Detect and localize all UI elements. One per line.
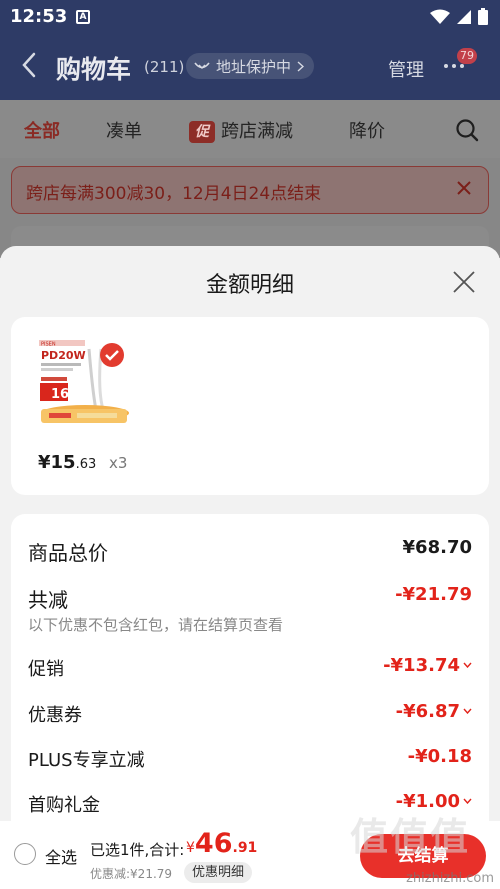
tab-price-drop[interactable]: 降价 — [349, 117, 385, 143]
selected-summary: 已选1件,合计: — [90, 841, 185, 859]
product-price-decimal: .63 — [75, 457, 97, 472]
more-dot-icon — [444, 64, 448, 68]
status-bar: 12:53 A — [0, 0, 500, 34]
product-price: ¥15.63 — [38, 452, 96, 473]
promotion-label: 促销 — [28, 659, 64, 680]
more-dot-icon — [452, 64, 456, 68]
chevron-left-icon — [22, 52, 36, 78]
message-badge: 79 — [457, 48, 477, 64]
product-quantity: x3 — [109, 454, 128, 472]
reduce-note: 以下优惠不包含红包，请在结算页查看 — [28, 616, 284, 634]
plus-discount-label: PLUS专享立减 — [28, 750, 145, 771]
discount-detail-button[interactable]: 优惠明细 — [184, 862, 253, 883]
cart-tabs: 全部 凑单 促跨店满减 降价 — [0, 100, 500, 158]
protect-icon — [194, 62, 210, 69]
promo-area: 跨店每满300减30，12月4日24点结束 — [0, 158, 500, 266]
total-reduce-value: -¥21.79 — [395, 584, 472, 605]
total-price-label: 商品总价 — [28, 541, 108, 565]
promotion-amount: -¥13.74 — [383, 655, 460, 676]
cart-count: (211) — [144, 58, 185, 76]
promo-tag: 促 — [189, 121, 215, 143]
promo-banner[interactable]: 跨店每满300减30，12月4日24点结束 — [11, 166, 489, 214]
product-badge-text: 16 — [51, 387, 69, 402]
product-card: PISEN PD20W 16 ¥15.63 x3 — [11, 317, 489, 495]
address-protect-label: 地址保护中 — [216, 57, 292, 76]
tab-cross-store-label: 跨店满减 — [221, 121, 293, 142]
total-yen: ¥ — [186, 840, 195, 856]
watermark-text: zhizhizhi.com — [406, 871, 494, 886]
watermark-logo: 值值值 — [350, 815, 471, 859]
chevron-down-icon — [463, 708, 472, 714]
tab-cross-store[interactable]: 促跨店满减 — [189, 117, 293, 143]
product-price-main: ¥15 — [38, 452, 76, 473]
tab-all[interactable]: 全部 — [24, 117, 60, 143]
total-reduce-label: 共减 — [28, 588, 68, 612]
search-icon — [456, 119, 479, 142]
total-price-value: ¥68.70 — [402, 537, 472, 558]
chevron-right-icon — [297, 60, 305, 72]
more-menu-button[interactable] — [444, 64, 464, 68]
promotion-value: -¥13.74 — [383, 655, 472, 676]
amount-detail-card: 商品总价 ¥68.70 共减 -¥21.79 以下优惠不包含红包，请在结算页查看… — [11, 514, 489, 821]
search-button[interactable] — [455, 118, 479, 147]
battery-icon — [478, 8, 488, 25]
close-icon — [457, 181, 471, 195]
product-brand-text: PISEN — [41, 342, 56, 348]
coupon-value: -¥6.87 — [396, 701, 472, 722]
promo-text: 跨店每满300减30，12月4日24点结束 — [26, 184, 322, 204]
cart-header: 购物车 (211) 地址保护中 管理 79 — [0, 34, 500, 100]
total-decimal: .91 — [232, 840, 258, 856]
coupon-amount: -¥6.87 — [395, 701, 460, 722]
first-purchase-label: 首购礼金 — [28, 795, 100, 816]
select-all-checkbox[interactable] — [14, 843, 36, 865]
coupon-label: 优惠券 — [28, 705, 82, 726]
manage-button[interactable]: 管理 — [388, 56, 424, 82]
wifi-icon — [430, 9, 450, 24]
tab-bundle[interactable]: 凑单 — [106, 117, 142, 143]
select-all-label[interactable]: 全选 — [45, 844, 77, 868]
total-amount: ¥46.91 — [186, 828, 257, 859]
more-dot-icon — [460, 64, 464, 68]
promo-close-button[interactable] — [456, 180, 472, 200]
plus-discount-value: -¥0.18 — [407, 746, 472, 767]
close-icon — [453, 271, 475, 293]
product-image: PISEN PD20W 16 — [37, 337, 131, 429]
chevron-down-icon — [463, 798, 472, 804]
back-button[interactable] — [22, 52, 36, 82]
chevron-down-icon — [463, 662, 472, 668]
sheet-close-button[interactable] — [452, 270, 476, 298]
total-integer: 46 — [194, 828, 233, 859]
amount-detail-sheet: 金额明细 PISEN PD20W 16 ¥15.63 x3 商品总价 ¥68.7… — [0, 246, 500, 821]
sheet-title: 金额明细 — [205, 273, 294, 298]
address-protect-pill[interactable]: 地址保护中 — [186, 53, 315, 79]
signal-icon — [457, 9, 471, 24]
notification-a-icon: A — [76, 10, 90, 24]
product-model-text: PD20W — [41, 349, 86, 362]
page-title: 购物车 — [56, 55, 132, 84]
status-time: 12:53 — [10, 6, 68, 27]
discount-amount: 优惠减:¥21.79 — [90, 867, 173, 881]
product-thumbnail[interactable]: PISEN PD20W 16 — [37, 337, 131, 429]
system-icons — [430, 8, 488, 25]
